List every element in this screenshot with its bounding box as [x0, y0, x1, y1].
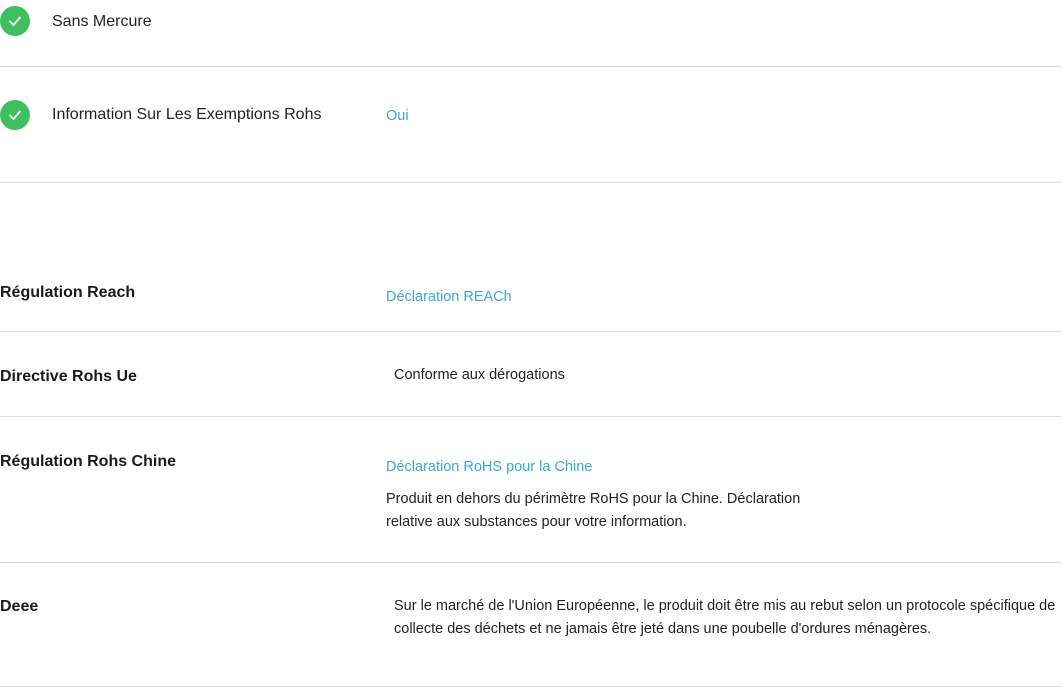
divider [0, 182, 1061, 183]
spec-label: Deee [0, 598, 39, 615]
spec-description: Sur le marché de l'Union Européenne, le … [394, 598, 1056, 637]
spec-value: Conforme aux dérogations [394, 367, 565, 383]
spec-label: Directive Rohs Ue [0, 368, 137, 385]
reach-declaration-link[interactable]: Déclaration REACh [386, 287, 512, 307]
checkmark-icon [0, 6, 30, 36]
divider [0, 416, 1061, 417]
check-label: Information Sur Les Exemptions Rohs [52, 106, 322, 123]
checkmark-icon [0, 100, 30, 130]
spec-label: Régulation Reach [0, 284, 136, 301]
check-label: Sans Mercure [52, 13, 152, 30]
rohs-exemptions-value-link[interactable]: Oui [386, 106, 409, 126]
divider [0, 66, 1061, 67]
spec-label: Régulation Rohs Chine [0, 453, 176, 470]
rohs-china-declaration-link[interactable]: Déclaration RoHS pour la Chine [386, 457, 592, 477]
divider [0, 562, 1061, 563]
divider [0, 331, 1061, 332]
spec-description: Produit en dehors du périmètre RoHS pour… [386, 491, 801, 530]
